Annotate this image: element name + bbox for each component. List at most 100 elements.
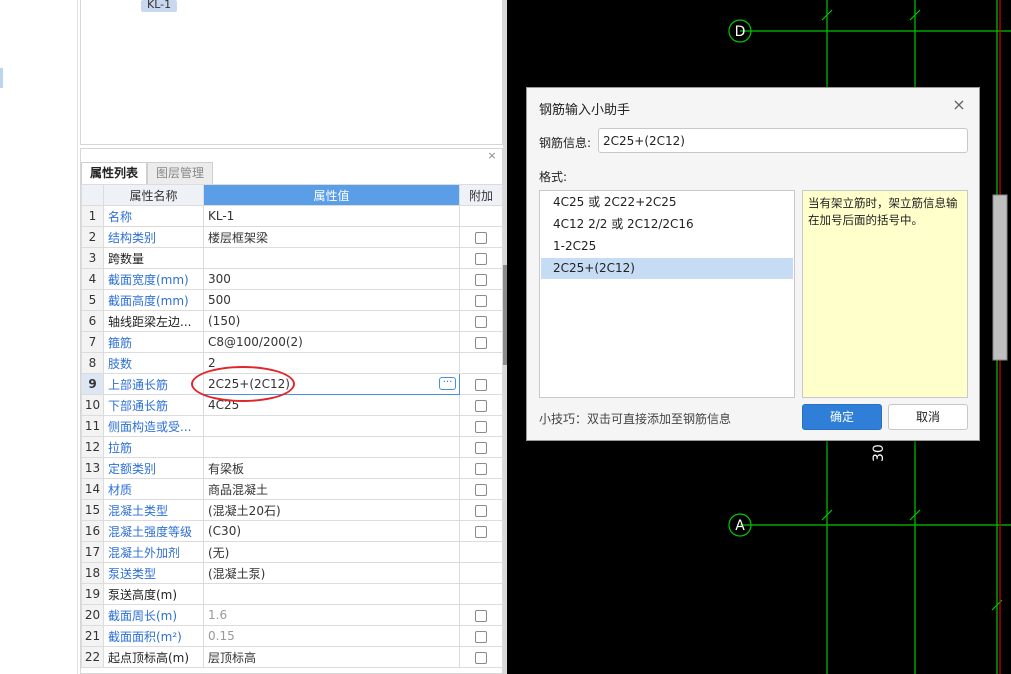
property-value[interactable]: 500 bbox=[203, 289, 460, 311]
column-header-value: 属性值 bbox=[203, 184, 460, 206]
extra-cell bbox=[459, 562, 503, 584]
property-tabs: 属性列表 图层管理 bbox=[81, 162, 214, 184]
table-row[interactable]: 5 截面高度(mm) 500 bbox=[81, 289, 503, 311]
format-item[interactable]: 1-2C25 bbox=[541, 236, 793, 257]
extra-checkbox[interactable] bbox=[475, 525, 487, 538]
table-row[interactable]: 6 轴线距梁左边... (150) bbox=[81, 310, 503, 332]
extra-checkbox[interactable] bbox=[475, 441, 487, 454]
extra-checkbox[interactable] bbox=[475, 294, 487, 307]
property-value[interactable]: 有梁板 bbox=[203, 457, 460, 479]
table-row[interactable]: 21 截面面积(m²) 0.15 bbox=[81, 625, 503, 647]
property-value[interactable]: KL-1 bbox=[203, 205, 460, 227]
extra-cell bbox=[459, 541, 503, 563]
extra-checkbox[interactable] bbox=[475, 336, 487, 349]
row-index: 6 bbox=[81, 310, 104, 332]
property-value[interactable]: (无) bbox=[203, 541, 460, 563]
extra-checkbox[interactable] bbox=[475, 273, 487, 286]
table-row[interactable]: 1 名称 KL-1 bbox=[81, 205, 503, 227]
extra-cell bbox=[459, 499, 503, 521]
table-row[interactable]: 16 混凝土强度等级 (C30) bbox=[81, 520, 503, 542]
tab-layer-management[interactable]: 图层管理 bbox=[147, 162, 214, 184]
table-row[interactable]: 17 混凝土外加剂 (无) bbox=[81, 541, 503, 563]
property-value[interactable]: (C30) bbox=[203, 520, 460, 542]
extra-checkbox[interactable] bbox=[475, 483, 487, 496]
format-item-selected[interactable]: 2C25+(2C12) bbox=[541, 258, 793, 279]
property-value[interactable]: 0.15 bbox=[203, 625, 460, 647]
row-index: 20 bbox=[81, 604, 104, 626]
ok-button[interactable]: 确定 bbox=[802, 404, 882, 430]
table-row[interactable]: 4 截面宽度(mm) 300 bbox=[81, 268, 503, 290]
property-value[interactable]: 300 bbox=[203, 268, 460, 290]
table-row[interactable]: 18 泵送类型 (混凝土泵) bbox=[81, 562, 503, 584]
property-name: 材质 bbox=[103, 478, 204, 500]
close-icon[interactable]: × bbox=[949, 95, 969, 115]
property-value-text: 商品混凝土 bbox=[208, 482, 269, 497]
table-row[interactable]: 11 侧面构造或受... bbox=[81, 415, 503, 437]
extra-checkbox[interactable] bbox=[475, 504, 487, 517]
extra-checkbox[interactable] bbox=[475, 630, 487, 643]
table-row[interactable]: 14 材质 商品混凝土 bbox=[81, 478, 503, 500]
extra-checkbox[interactable] bbox=[475, 609, 487, 622]
property-value-text: C8@100/200(2) bbox=[208, 335, 303, 349]
table-row[interactable]: 10 下部通长筋 4C25 bbox=[81, 394, 503, 416]
property-value[interactable] bbox=[203, 247, 460, 269]
extra-checkbox[interactable] bbox=[475, 399, 487, 412]
format-item[interactable]: 4C12 2/2 或 2C12/2C16 bbox=[541, 214, 793, 235]
extra-checkbox[interactable] bbox=[475, 651, 487, 664]
selected-beam bbox=[992, 194, 1008, 361]
property-value[interactable]: 层顶标高 bbox=[203, 646, 460, 668]
property-value-text: (混凝土20石) bbox=[208, 503, 281, 518]
table-row[interactable]: 8 肢数 2 bbox=[81, 352, 503, 374]
tab-property-list[interactable]: 属性列表 bbox=[81, 162, 148, 184]
property-value[interactable]: (混凝土20石) bbox=[203, 499, 460, 521]
property-value[interactable]: 2C25+(2C12) ··· bbox=[203, 373, 460, 395]
table-row[interactable]: 15 混凝土类型 (混凝土20石) bbox=[81, 499, 503, 521]
extra-checkbox[interactable] bbox=[475, 378, 487, 391]
extra-cell bbox=[459, 436, 503, 458]
property-value-text: 500 bbox=[208, 293, 231, 307]
property-value[interactable]: (150) bbox=[203, 310, 460, 332]
table-row[interactable]: 13 定额类别 有梁板 bbox=[81, 457, 503, 479]
property-value[interactable]: 4C25 bbox=[203, 394, 460, 416]
property-value[interactable]: 2 bbox=[203, 352, 460, 374]
row-index: 16 bbox=[81, 520, 104, 542]
property-value[interactable] bbox=[203, 436, 460, 458]
table-row[interactable]: 22 起点顶标高(m) 层顶标高 bbox=[81, 646, 503, 668]
extra-checkbox[interactable] bbox=[475, 315, 487, 328]
extra-checkbox[interactable] bbox=[475, 420, 487, 433]
property-value[interactable]: 商品混凝土 bbox=[203, 478, 460, 500]
table-row[interactable]: 9 上部通长筋 2C25+(2C12) ··· bbox=[81, 373, 503, 395]
property-value[interactable]: 楼层框架梁 bbox=[203, 226, 460, 248]
close-icon[interactable]: × bbox=[486, 150, 498, 162]
table-row[interactable]: 20 截面周长(m) 1.6 bbox=[81, 604, 503, 626]
table-row[interactable]: 2 结构类别 楼层框架梁 bbox=[81, 226, 503, 248]
property-value[interactable] bbox=[203, 583, 460, 605]
property-value-text: KL-1 bbox=[208, 209, 235, 223]
extra-cell bbox=[459, 205, 503, 227]
tree-node-selected[interactable]: KL-1 bbox=[141, 0, 178, 12]
format-item[interactable]: 4C25 或 2C22+2C25 bbox=[541, 192, 793, 213]
table-header-row: 属性名称 属性值 附加 bbox=[81, 184, 503, 206]
row-index: 12 bbox=[81, 436, 104, 458]
cancel-button[interactable]: 取消 bbox=[888, 404, 968, 430]
sidebar-selection-marker[interactable] bbox=[0, 68, 3, 88]
extra-checkbox[interactable] bbox=[475, 462, 487, 475]
rebar-info-input[interactable] bbox=[598, 128, 968, 153]
table-row[interactable]: 19 泵送高度(m) bbox=[81, 583, 503, 605]
row-index: 9 bbox=[81, 373, 104, 395]
property-value[interactable]: C8@100/200(2) bbox=[203, 331, 460, 353]
table-row[interactable]: 7 箍筋 C8@100/200(2) bbox=[81, 331, 503, 353]
property-value-text: 4C25 bbox=[208, 398, 240, 412]
row-index: 8 bbox=[81, 352, 104, 374]
property-value[interactable]: 1.6 bbox=[203, 604, 460, 626]
table-row[interactable]: 12 拉筋 bbox=[81, 436, 503, 458]
property-value[interactable] bbox=[203, 415, 460, 437]
property-value[interactable]: (混凝土泵) bbox=[203, 562, 460, 584]
extra-checkbox[interactable] bbox=[475, 252, 487, 265]
property-name: 拉筋 bbox=[103, 436, 204, 458]
table-row[interactable]: 3 跨数量 bbox=[81, 247, 503, 269]
row-index: 19 bbox=[81, 583, 104, 605]
ellipsis-icon[interactable]: ··· bbox=[439, 377, 456, 390]
extra-checkbox[interactable] bbox=[475, 231, 487, 244]
property-value-text: 0.15 bbox=[208, 629, 235, 643]
